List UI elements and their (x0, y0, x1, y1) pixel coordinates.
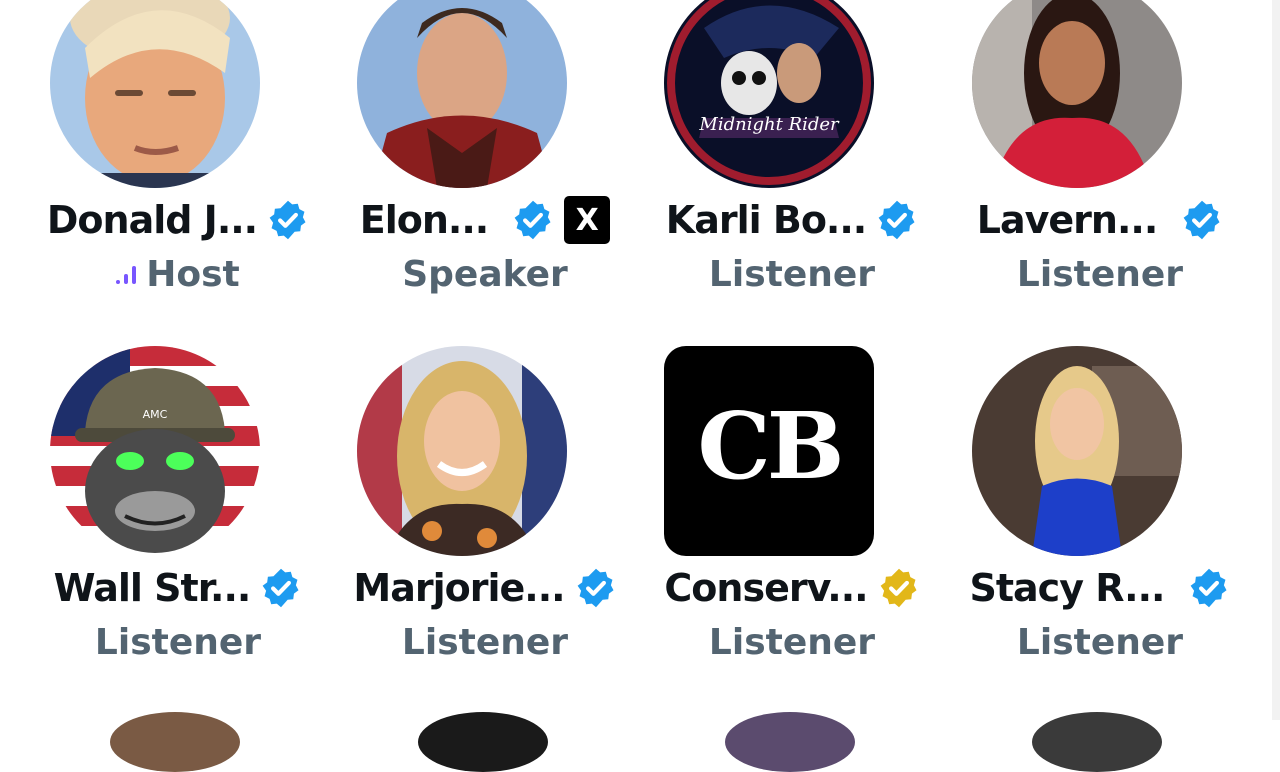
avatar[interactable] (110, 712, 240, 772)
verified-badge-icon (575, 567, 617, 609)
participant-role: Listener (1016, 621, 1184, 663)
x-affiliation-icon: X (564, 196, 611, 244)
avatar-text: AMC (143, 408, 168, 421)
role-row: Speaker (335, 251, 635, 297)
avatar[interactable] (357, 0, 567, 188)
avatar-text: Midnight Rider (698, 114, 840, 135)
verified-badge-icon (260, 567, 302, 609)
avatar[interactable]: CB (664, 346, 874, 556)
avatar[interactable]: Midnight Rider (664, 0, 874, 188)
participant-name: Lavern... (976, 198, 1158, 242)
participant-role: Listener (94, 621, 262, 663)
role-row: Listener (335, 619, 635, 665)
role-row: Listener (28, 619, 328, 665)
verified-badge-icon (1181, 199, 1223, 241)
verified-badge-icon (267, 199, 309, 241)
role-row: Listener (950, 619, 1250, 665)
avatar-text: CB (698, 392, 841, 500)
role-row: Host (28, 251, 328, 297)
name-row: Elon... X (335, 196, 635, 244)
participant-role: Speaker (402, 253, 568, 295)
name-row: Stacy R... (950, 565, 1250, 611)
verified-badge-icon (512, 199, 554, 241)
participant-name: Elon... (359, 198, 489, 242)
name-row: Wall Str... (28, 565, 328, 611)
participant-role: Listener (401, 621, 569, 663)
participant-name: Donald J... (46, 198, 258, 242)
participant-name: Conserv... (664, 566, 868, 610)
avatar[interactable] (50, 0, 260, 188)
participant-role: Listener (1016, 253, 1184, 295)
name-row: Karli Bo... (642, 197, 942, 243)
participant-role: Host (146, 253, 240, 295)
role-row: Listener (950, 251, 1250, 297)
participant-name: Stacy R... (969, 566, 1166, 610)
avatar[interactable] (1032, 712, 1162, 772)
participant-name: Marjorie... (353, 566, 565, 610)
scrollbar[interactable] (1272, 0, 1280, 720)
participant-name: Wall Str... (53, 566, 252, 610)
verified-gold-badge-icon (878, 567, 920, 609)
name-row: Lavern... (950, 197, 1250, 243)
participant-role: Listener (708, 621, 876, 663)
verified-badge-icon (876, 199, 918, 241)
avatar[interactable] (357, 346, 567, 556)
avatar[interactable] (972, 0, 1182, 188)
name-row: Conserv... (642, 565, 942, 611)
avatar[interactable] (972, 346, 1182, 556)
name-row: Marjorie... (335, 565, 635, 611)
avatar[interactable] (418, 712, 548, 772)
name-row: Donald J... (28, 197, 328, 243)
avatar[interactable]: AMC (50, 346, 260, 556)
role-row: Listener (642, 619, 942, 665)
verified-badge-icon (1188, 567, 1230, 609)
participant-name: Karli Bo... (665, 198, 867, 242)
participants-grid: Donald J... Host Elon... X Speaker Midni… (0, 0, 1280, 772)
speaking-indicator-icon (116, 264, 137, 284)
participant-role: Listener (708, 253, 876, 295)
avatar[interactable] (725, 712, 855, 772)
role-row: Listener (642, 251, 942, 297)
